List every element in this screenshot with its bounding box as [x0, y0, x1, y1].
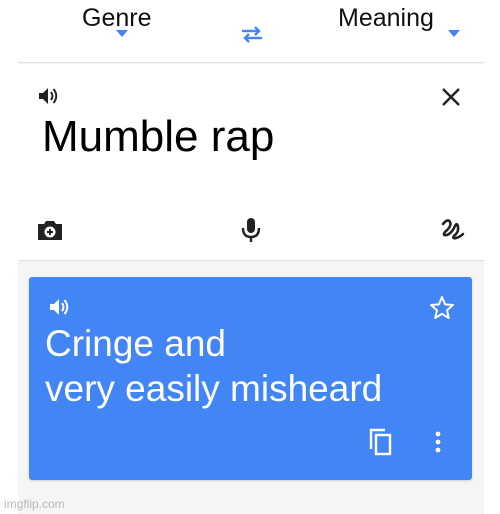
source-language-selector[interactable]: Genre [82, 4, 151, 33]
handwriting-icon[interactable] [440, 216, 466, 242]
target-language-selector[interactable]: Meaning [338, 4, 434, 33]
more-vert-icon[interactable] [433, 431, 443, 457]
source-dropdown-caret-icon[interactable] [116, 30, 128, 37]
speaker-icon[interactable] [38, 86, 60, 106]
translated-text: Cringe and very easily misheard [45, 321, 445, 411]
output-card: Cringe and very easily misheard [29, 277, 472, 480]
swap-arrows-icon[interactable] [238, 22, 266, 46]
translated-text-line-1: Cringe and [45, 323, 227, 364]
translated-text-line-2: very easily misheard [45, 368, 383, 409]
input-text[interactable]: Mumble rap [42, 112, 274, 162]
close-icon[interactable] [440, 86, 462, 108]
star-icon[interactable] [429, 295, 455, 321]
camera-icon[interactable] [36, 218, 64, 242]
watermark: imgflip.com [4, 497, 65, 511]
copy-icon[interactable] [367, 427, 393, 457]
input-card: Mumble rap [18, 64, 484, 261]
language-bar: Genre Meaning [18, 0, 484, 63]
output-speaker-icon[interactable] [49, 297, 71, 317]
target-dropdown-caret-icon[interactable] [448, 30, 460, 37]
microphone-icon[interactable] [240, 216, 262, 244]
